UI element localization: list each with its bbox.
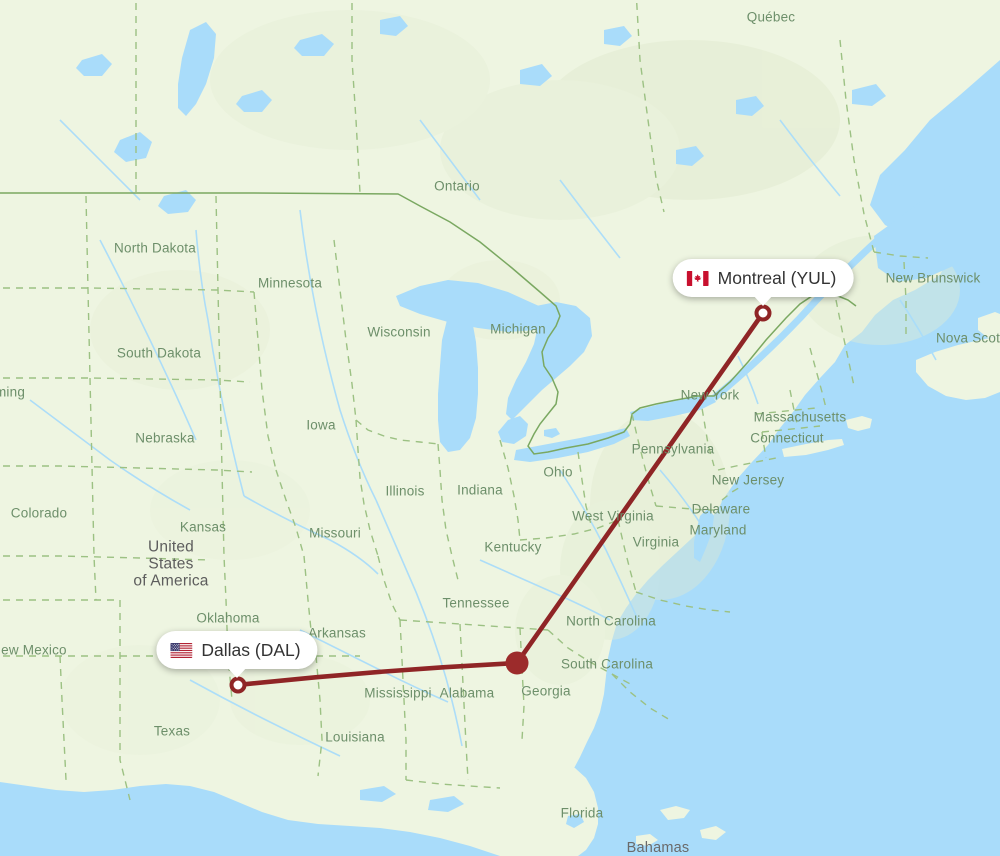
callout-dallas[interactable]: Dallas (DAL) [156, 631, 318, 678]
us-flag-icon [170, 642, 193, 658]
origin-ring [229, 676, 247, 694]
stopover-dot [505, 651, 529, 675]
flight-route-map[interactable]: North Dakota Minnesota South Dakota Wiscons… [0, 0, 1000, 856]
destination-ring [754, 304, 772, 322]
callout-dallas-label: Dallas (DAL) [201, 640, 301, 660]
callout-montreal-label: Montreal (YUL) [717, 268, 837, 288]
lake-michigan [438, 312, 478, 452]
callout-montreal[interactable]: Montreal (YUL) [672, 259, 854, 306]
marker-destination-montreal[interactable] [754, 304, 772, 322]
marker-stopover[interactable] [505, 651, 529, 675]
map-canvas [0, 0, 1000, 856]
ca-flag-icon [686, 270, 709, 286]
marker-origin-dallas[interactable] [229, 676, 247, 694]
